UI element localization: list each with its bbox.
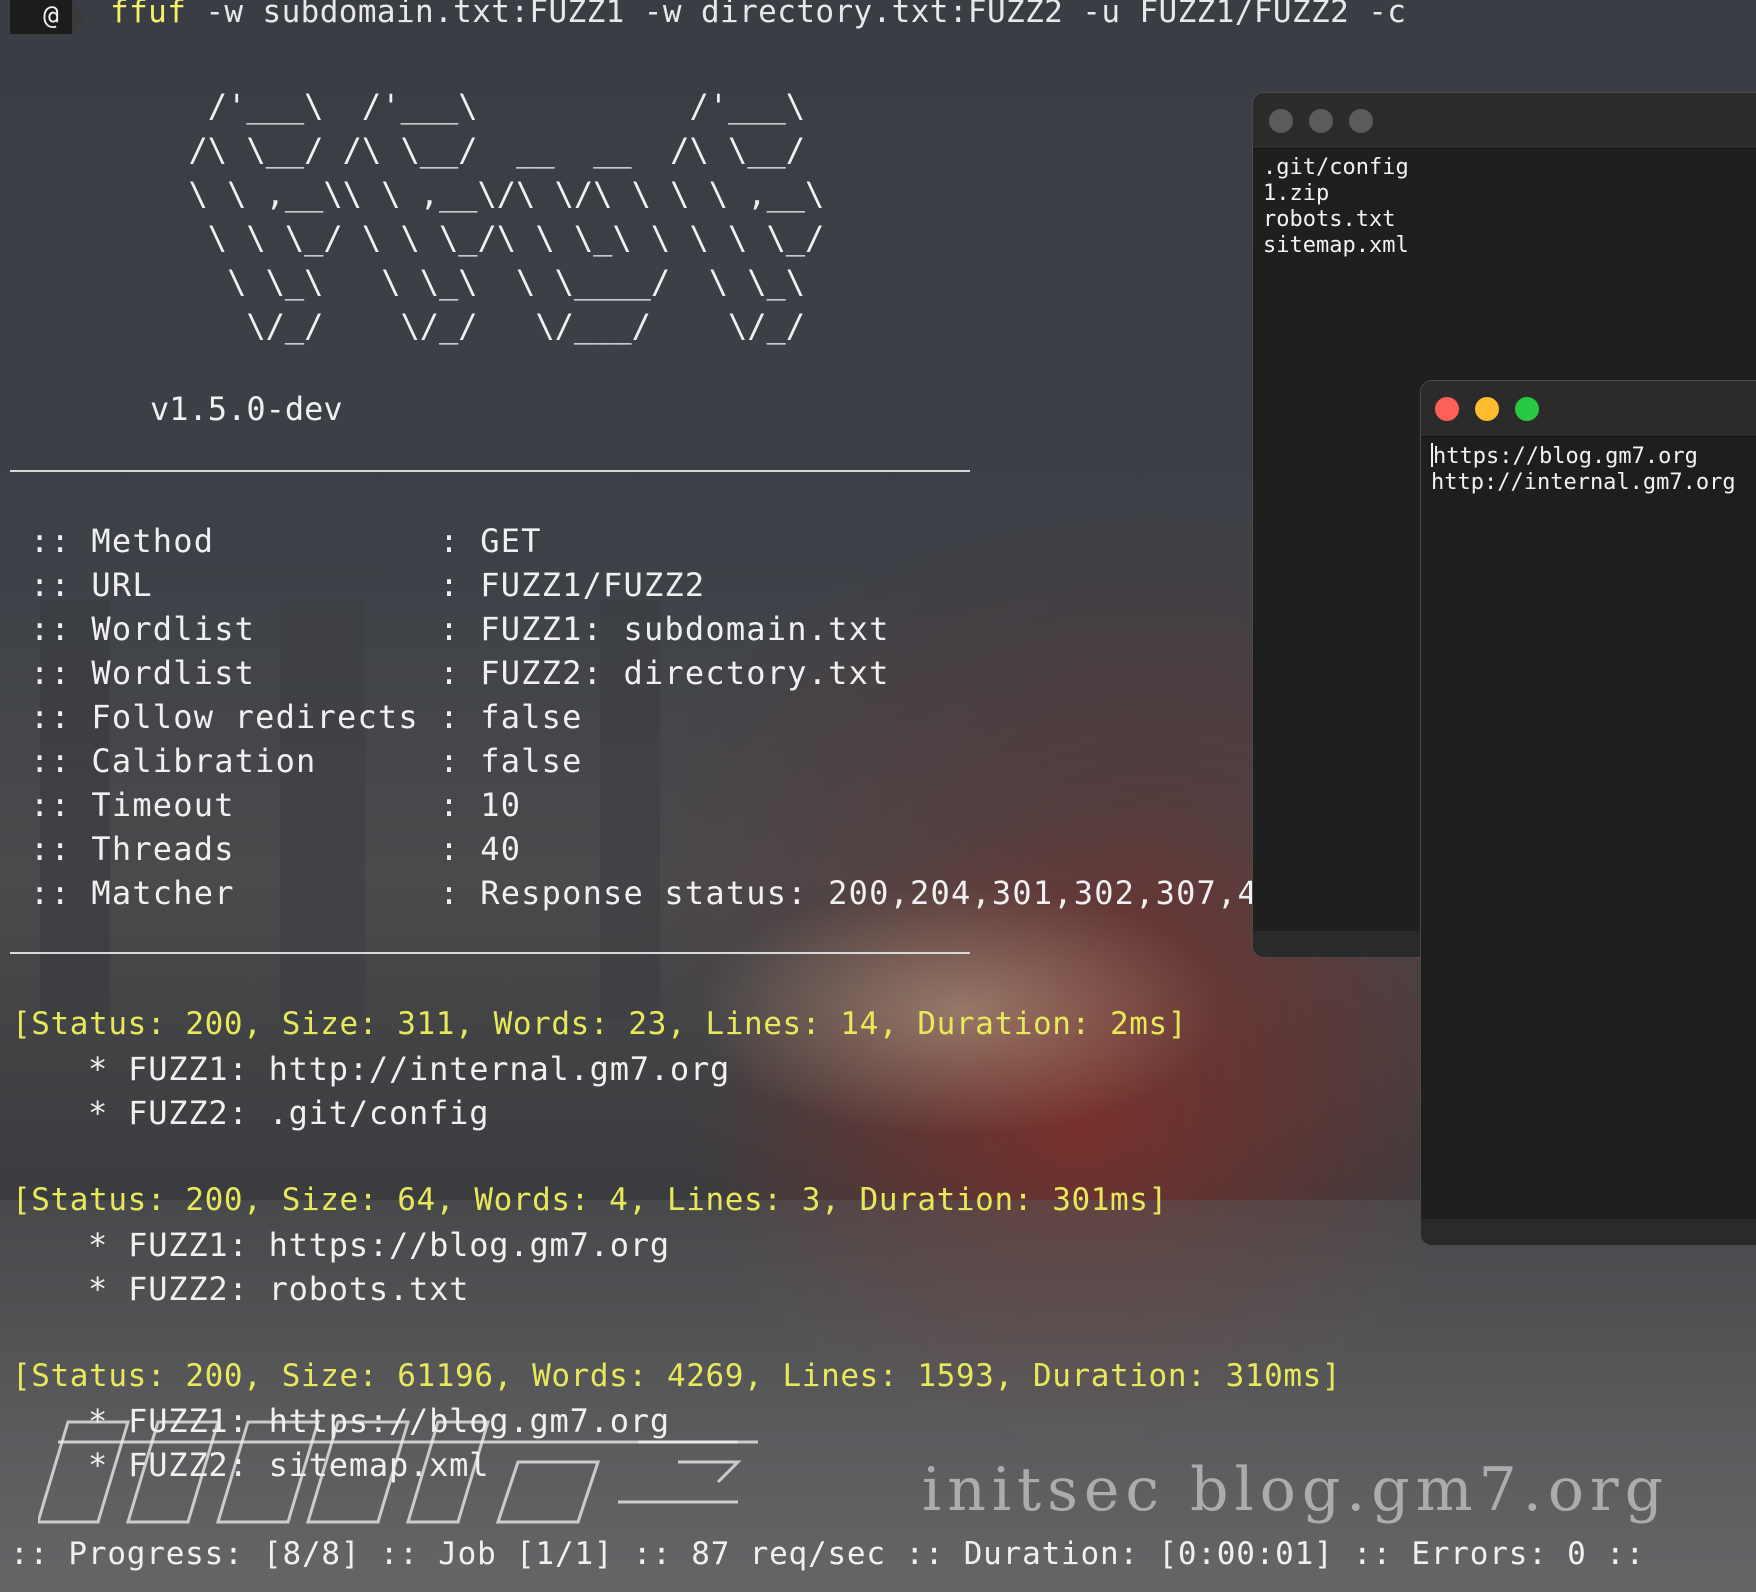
config-value: : FUZZ1: subdomain.txt [439, 610, 890, 648]
banner-line: /\ \__/ /\ \__/ __ __ /\ \__/ [150, 131, 806, 169]
config-value: : FUZZ2: directory.txt [439, 654, 890, 692]
config-row: :: Method : GET [30, 522, 542, 560]
prompt-arrow-icon [72, 0, 86, 34]
config-value: : false [439, 742, 583, 780]
window-statusbar [1421, 1219, 1756, 1245]
close-button[interactable] [1269, 109, 1293, 133]
config-key: :: Calibration [30, 742, 440, 780]
minimize-button[interactable] [1475, 397, 1499, 421]
config-row: :: Matcher : Response status: 200,204,30… [30, 874, 1278, 912]
banner-line: \ \_\ \ \_\ \ \____/ \ \_\ [150, 263, 806, 301]
maximize-button[interactable] [1349, 109, 1373, 133]
banner-line: \ \ ,__\\ \ ,__\/\ \/\ \ \ \ ,__\ [150, 175, 825, 213]
result-status: [Status: 200, Size: 61196, Words: 4269, … [12, 1358, 1342, 1394]
text-line: sitemap.xml [1263, 233, 1409, 258]
banner-line: \ \ \_/ \ \ \_/\ \ \_\ \ \ \ \_/ [150, 219, 825, 257]
config-value: : 40 [439, 830, 522, 868]
command-program: ffuf [110, 0, 187, 30]
result-fuzz1: * FUZZ1: http://internal.gm7.org [88, 1050, 731, 1088]
command-line[interactable]: ffuf -w subdomain.txt:FUZZ1 -w directory… [110, 0, 1406, 30]
text-line: https://blog.gm7.org [1431, 443, 1756, 470]
config-row: :: Wordlist : FUZZ2: directory.txt [30, 654, 890, 692]
text-line: .git/config [1263, 155, 1409, 180]
config-value: : FUZZ1/FUZZ2 [439, 566, 706, 604]
watermark-text: initsec blog.gm7.org [922, 1455, 1670, 1525]
config-key: :: Threads [30, 830, 440, 868]
config-key: :: Matcher [30, 874, 440, 912]
command-args: -w subdomain.txt:FUZZ1 -w directory.txt:… [205, 0, 1407, 30]
subdomain-wordlist-window[interactable]: https://blog.gm7.org http://internal.gm7.… [1420, 380, 1756, 1246]
config-key: :: URL [30, 566, 440, 604]
debian-swirl-icon: @ [43, 1, 59, 31]
text-line: 1.zip [1263, 181, 1330, 206]
version-label: v1.5.0-dev [150, 390, 343, 428]
watermark-logo [38, 1420, 758, 1524]
separator-rule [10, 952, 970, 954]
editor-content[interactable]: https://blog.gm7.org http://internal.gm7.… [1421, 437, 1756, 502]
result-fuzz2: * FUZZ2: robots.txt [88, 1270, 470, 1308]
text-line: robots.txt [1263, 207, 1396, 232]
minimize-button[interactable] [1309, 109, 1333, 133]
maximize-button[interactable] [1515, 397, 1539, 421]
prompt-segment: @ [10, 0, 72, 34]
config-row: :: Follow redirects : false [30, 698, 583, 736]
banner-line: \/_/ \/_/ \/___/ \/_/ [150, 307, 806, 345]
config-value: : false [439, 698, 583, 736]
config-key: :: Method [30, 522, 440, 560]
config-value: : Response status: 200,204,301,302,307,4… [439, 874, 1279, 912]
separator-rule [10, 470, 970, 472]
result-fuzz2: * FUZZ2: .git/config [88, 1094, 490, 1132]
result-fuzz1: * FUZZ1: https://blog.gm7.org [88, 1226, 670, 1264]
window-titlebar[interactable] [1421, 381, 1756, 437]
result-status: [Status: 200, Size: 311, Words: 23, Line… [12, 1006, 1188, 1042]
config-row: :: Timeout : 10 [30, 786, 521, 824]
config-row: :: Wordlist : FUZZ1: subdomain.txt [30, 610, 890, 648]
config-row: :: URL : FUZZ1/FUZZ2 [30, 566, 705, 604]
config-row: :: Calibration : false [30, 742, 583, 780]
config-value: : GET [439, 522, 542, 560]
result-status: [Status: 200, Size: 64, Words: 4, Lines:… [12, 1182, 1168, 1218]
window-titlebar[interactable] [1253, 93, 1756, 149]
config-key: :: Wordlist [30, 654, 440, 692]
editor-content[interactable]: .git/config 1.zip robots.txt sitemap.xml [1253, 149, 1756, 265]
banner-line: /'___\ /'___\ /'___\ [150, 87, 806, 125]
config-key: :: Follow redirects [30, 698, 440, 736]
config-value: : 10 [439, 786, 522, 824]
config-key: :: Timeout [30, 786, 440, 824]
close-button[interactable] [1435, 397, 1459, 421]
text-line: http://internal.gm7.org [1431, 470, 1736, 495]
text-line-value: https://blog.gm7.org [1433, 444, 1698, 469]
config-key: :: Wordlist [30, 610, 440, 648]
config-row: :: Threads : 40 [30, 830, 521, 868]
